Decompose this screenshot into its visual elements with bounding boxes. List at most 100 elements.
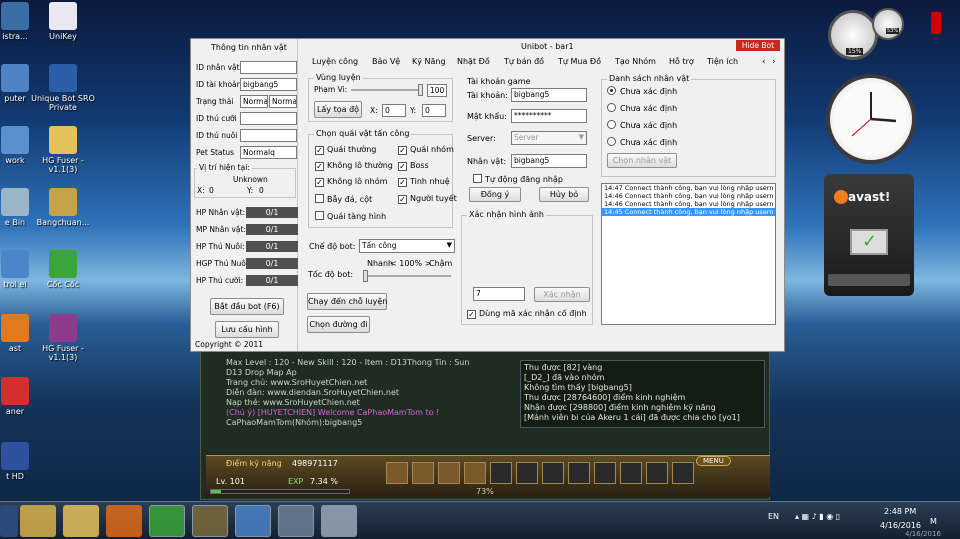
skill-slot[interactable] (516, 462, 538, 484)
server-select[interactable]: Server ▼ (511, 131, 587, 145)
field-input[interactable] (240, 61, 297, 74)
skill-slot[interactable] (464, 462, 486, 484)
character-radio[interactable]: Chưa xác định (607, 86, 677, 97)
monster-checkbox[interactable]: ✓ Không lô thường (315, 161, 393, 171)
monster-checkbox[interactable]: ✓ Người tuyết (398, 194, 457, 204)
choose-character-button[interactable]: Chọn nhân vật (607, 153, 677, 168)
train-y-input[interactable]: 0 (422, 104, 446, 117)
game-icon[interactable] (192, 505, 228, 537)
tab-item[interactable]: Tiện ích (707, 57, 738, 66)
cancel-button[interactable]: Hủy bỏ (539, 187, 589, 202)
skill-slot[interactable] (646, 462, 668, 484)
choose-path-button[interactable]: Chọn đường đi (307, 316, 370, 333)
use-fixed-code-checkbox[interactable]: ✓ Dùng mã xác nhận cố định (467, 309, 587, 319)
skill-slot[interactable] (438, 462, 460, 484)
monster-checkbox[interactable]: ✓ Không lô nhóm (315, 177, 387, 187)
desktop-icon[interactable]: t HD (0, 442, 50, 481)
tab-scroll-left-icon[interactable]: ‹ (762, 57, 766, 67)
desktop-icon[interactable]: Bangchuan... (28, 188, 98, 227)
tab-item[interactable]: Tạo Nhóm (615, 57, 656, 66)
desktop-icon[interactable]: Cốc Cốc (28, 250, 98, 289)
monster-checkbox[interactable]: ✓ Quái nhóm (398, 145, 454, 155)
desktop-icon[interactable]: aner (0, 377, 50, 416)
auto-login-checkbox[interactable]: Tự động đăng nhập (473, 174, 563, 185)
field-input[interactable]: Normalq (240, 146, 297, 159)
account-input[interactable]: bigbang5 (511, 88, 587, 102)
skill-slot[interactable] (412, 462, 434, 484)
monster-checkbox[interactable]: Bẫy đá, cột (315, 194, 372, 205)
tab-item[interactable]: Tự Mua Đồ (558, 57, 601, 66)
desktop-icon[interactable]: UniKey (28, 2, 98, 41)
unibot-icon[interactable] (235, 505, 271, 537)
language-indicator[interactable]: EN (768, 512, 779, 521)
paint-icon[interactable] (321, 505, 357, 537)
monster-checkbox[interactable]: ✓ Quái thường (315, 145, 376, 155)
bot-mode-select[interactable]: Tấn công ▼ (359, 239, 455, 253)
tab-item[interactable]: Luyện công (312, 57, 358, 66)
skill-slot[interactable] (594, 462, 616, 484)
silkroad-icon[interactable] (278, 505, 314, 537)
folder-icon[interactable] (63, 505, 99, 537)
log-row[interactable]: 14:46 Connect thành công, bạn vui lòng n… (602, 200, 775, 208)
tab-item[interactable]: Bảo Vệ (372, 57, 400, 66)
character-radio[interactable]: Chưa xác định (607, 103, 677, 114)
password-input[interactable]: ********** (511, 109, 587, 123)
tab-item[interactable]: Nhặt Đồ (457, 57, 490, 66)
range-slider[interactable] (351, 84, 423, 96)
skill-slot[interactable] (620, 462, 642, 484)
game-menu-button[interactable]: MENU (696, 456, 731, 466)
log-list[interactable]: 14:47 Connect thành công, bạn vui lòng n… (601, 183, 776, 325)
field-label: Trạng thái (196, 97, 234, 106)
hide-bot-button[interactable]: Hide Bot (736, 40, 780, 51)
desktop-icon-label: Bangchuan... (36, 218, 90, 227)
media-player-icon[interactable] (106, 505, 142, 537)
go-to-training-button[interactable]: Chạy đến chỗ luyện (307, 293, 387, 310)
captcha-confirm-button[interactable]: Xác nhận (534, 287, 590, 302)
skill-slot[interactable] (490, 462, 512, 484)
monster-checkbox[interactable]: ✓ Boss (398, 161, 429, 171)
clock-time[interactable]: 2:48 PM (884, 507, 916, 516)
tab-item[interactable]: Kỹ Năng (412, 57, 446, 66)
desktop-icon[interactable]: Unique Bot SRO Private (28, 64, 98, 112)
speed-slider-thumb[interactable] (363, 270, 368, 282)
skill-slot[interactable] (568, 462, 590, 484)
range-slider-thumb[interactable] (418, 84, 423, 96)
tab-scroll-right-icon[interactable]: › (772, 57, 776, 67)
status-input-2[interactable]: Normal (269, 95, 297, 108)
monster-checkbox[interactable]: ✓ Tinh nhuệ (398, 177, 450, 187)
agree-button[interactable]: Đồng ý (469, 187, 521, 202)
get-position-button[interactable]: Lấy tọa độ (314, 101, 362, 118)
skill-slot[interactable] (386, 462, 408, 484)
log-row[interactable]: 14:46 Connect thành công, bạn vui lòng n… (602, 192, 775, 200)
character-radio[interactable]: Chưa xác định (607, 137, 677, 148)
train-x-input[interactable]: 0 (382, 104, 406, 117)
character-radio[interactable]: Chưa xác định (607, 120, 677, 131)
exp-value: 7.34 % (310, 477, 338, 486)
captcha-input[interactable]: 7 (473, 287, 525, 301)
speed-slider[interactable] (363, 270, 451, 282)
field-input[interactable] (240, 112, 297, 125)
desktop-icon[interactable]: HG Fuser - v1.1(3) (28, 314, 98, 362)
skill-slot[interactable] (672, 462, 694, 484)
red-close-icon[interactable] (931, 12, 941, 34)
character-input[interactable]: bigbang5 (511, 154, 587, 168)
field-input[interactable]: bigbang5 (240, 78, 297, 91)
log-row[interactable]: 14:45 Connect thành công, bạn vui lòng n… (602, 208, 775, 216)
log-row[interactable]: 14:47 Connect thành công, bạn vui lòng n… (602, 184, 775, 192)
start-button[interactable] (0, 505, 18, 537)
status-input[interactable]: Normal (240, 95, 268, 108)
save-config-button[interactable]: Lưu cấu hình (215, 321, 279, 338)
monster-checkbox[interactable]: Quái tàng hình (315, 211, 386, 222)
clock-date[interactable]: 4/16/2016 (880, 521, 921, 530)
explorer-icon[interactable] (20, 505, 56, 537)
tab-item[interactable]: Tự bán đồ (504, 57, 544, 66)
checkbox-icon (315, 194, 324, 203)
tray-icons[interactable]: ▴ ▦ ♪ ▮ ◉ ▯ (795, 512, 840, 521)
start-bot-button[interactable]: Bắt đầu bot (F6) (210, 298, 284, 315)
coccoc-icon[interactable] (149, 505, 185, 537)
desktop-icon[interactable]: HG Fuser - v1.1(3) (28, 126, 98, 174)
range-input[interactable]: 100 (427, 84, 447, 97)
skill-slot[interactable] (542, 462, 564, 484)
field-input[interactable] (240, 129, 297, 142)
tab-item[interactable]: Hỗ trợ (669, 57, 694, 66)
